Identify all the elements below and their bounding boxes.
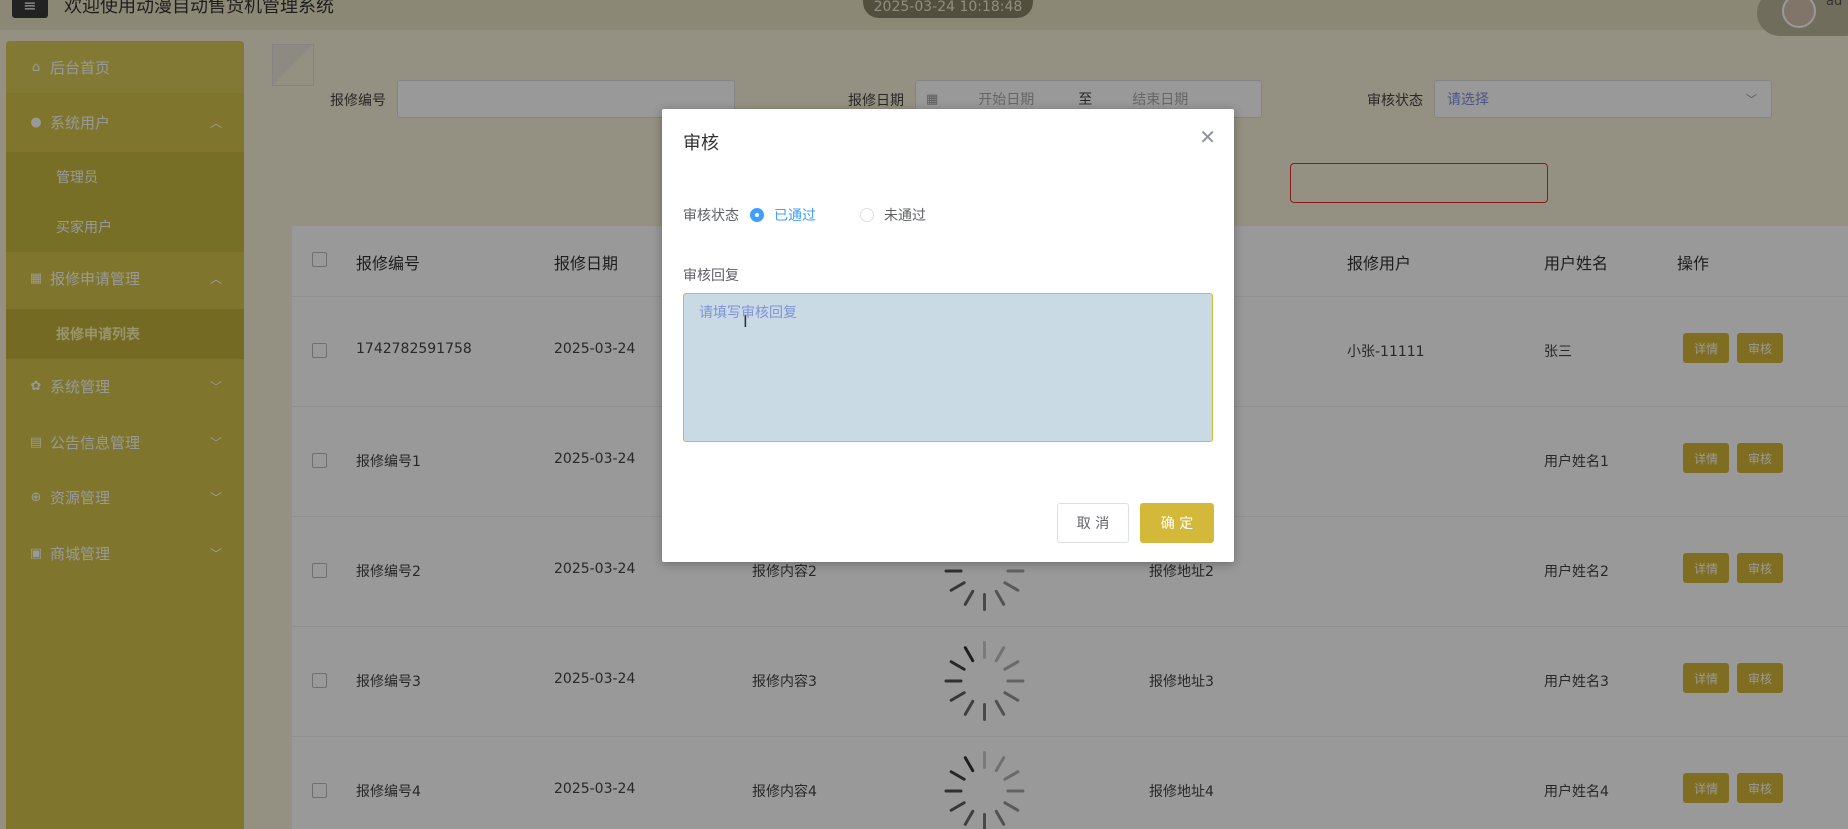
- close-icon[interactable]: ✕: [1199, 125, 1216, 149]
- audit-status-label: 审核状态: [683, 208, 739, 224]
- radio-label: 已通过: [774, 208, 816, 224]
- cancel-button[interactable]: 取 消: [1057, 503, 1129, 543]
- radio-checked-icon: [750, 208, 764, 222]
- radio-unchecked-icon: [860, 208, 874, 222]
- radio-passed[interactable]: 已通过: [750, 205, 816, 225]
- radio-label: 未通过: [884, 208, 926, 224]
- audit-dialog: 审核 ✕ 审核状态 已通过 未通过 审核回复 取 消 确 定: [662, 109, 1234, 562]
- dialog-title: 审核: [683, 133, 719, 154]
- radio-failed[interactable]: 未通过: [860, 205, 926, 225]
- text-cursor-icon: I: [743, 312, 748, 331]
- confirm-button[interactable]: 确 定: [1140, 503, 1214, 543]
- audit-reply-label: 审核回复: [683, 268, 739, 284]
- audit-reply-textarea[interactable]: [683, 293, 1213, 442]
